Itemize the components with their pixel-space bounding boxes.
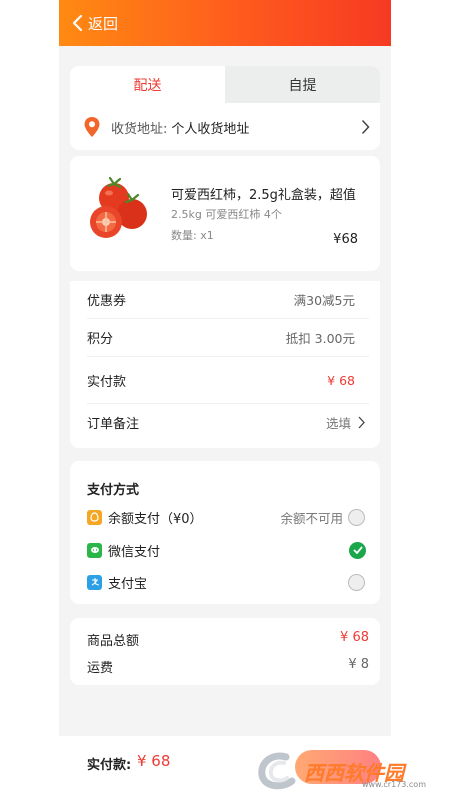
pay-option-balance[interactable]: 余额支付（¥0） 余额不可用 bbox=[87, 506, 373, 528]
back-label: 返回 bbox=[88, 14, 119, 33]
wechat-label: 微信支付 bbox=[108, 544, 161, 560]
points-label: 积分 bbox=[87, 332, 114, 347]
bottom-pay-amount: ¥ 68 bbox=[137, 752, 171, 770]
check-icon bbox=[352, 546, 363, 554]
coupon-row[interactable]: 优惠券 满30减5元 bbox=[87, 281, 369, 319]
remark-label: 订单备注 bbox=[87, 417, 140, 432]
back-button[interactable]: 返回 bbox=[71, 13, 118, 34]
remark-value: 选填 bbox=[325, 416, 351, 431]
delivery-card: 配送 自提 收货地址: 个人收货地址 bbox=[70, 66, 380, 150]
paid-row: 实付款 ¥ 68 bbox=[87, 357, 369, 404]
wechat-radio-checked[interactable] bbox=[349, 541, 366, 559]
tab-delivery[interactable]: 配送 bbox=[70, 66, 225, 103]
wechat-icon bbox=[87, 542, 102, 558]
chevron-right-icon bbox=[361, 119, 370, 135]
goods-total-label: 商品总额 bbox=[87, 634, 140, 649]
pay-option-alipay[interactable]: 支付宝 bbox=[87, 571, 373, 593]
points-row[interactable]: 积分 抵扣 3.00元 bbox=[87, 319, 369, 357]
watermark-logo-icon bbox=[258, 752, 296, 790]
address-value: 个人收货地址 bbox=[171, 121, 250, 137]
watermark: 西西软件园 www.cr173.com bbox=[256, 748, 432, 794]
balance-radio[interactable] bbox=[348, 508, 365, 526]
alipay-radio[interactable] bbox=[348, 573, 365, 591]
alipay-label: 支付宝 bbox=[108, 576, 148, 592]
product-price: ¥68 bbox=[333, 232, 358, 247]
alipay-icon bbox=[87, 574, 102, 590]
tab-pickup[interactable]: 自提 bbox=[225, 66, 380, 103]
balance-label: 余额支付（¥0） bbox=[108, 511, 203, 527]
goods-total-row: 商品总额 ¥ 68 bbox=[87, 630, 369, 649]
tomato-image bbox=[90, 176, 147, 238]
shipping-value: ¥ 8 bbox=[348, 657, 369, 672]
shipping-row: 运费 ¥ 8 bbox=[87, 657, 369, 676]
bottom-pay-label: 实付款: bbox=[87, 758, 132, 773]
order-info-card: 优惠券 满30减5元 积分 抵扣 3.00元 实付款 ¥ 68 订单备注 选填 bbox=[70, 281, 380, 448]
location-pin-icon bbox=[84, 117, 100, 137]
shipping-label: 运费 bbox=[87, 661, 114, 676]
totals-card: 商品总额 ¥ 68 运费 ¥ 8 bbox=[70, 618, 380, 685]
points-value: 抵扣 3.00元 bbox=[285, 331, 355, 346]
phone-screen: 返回 配送 自提 收货地址: 个人收货地址 可爱西红柿，2.5g礼盒装，超值 2… bbox=[59, 0, 391, 800]
paid-label: 实付款 bbox=[87, 374, 127, 390]
chevron-left-icon bbox=[72, 14, 83, 32]
product-title: 可爱西红柿，2.5g礼盒装，超值 bbox=[171, 188, 356, 203]
coupon-label: 优惠券 bbox=[87, 294, 127, 309]
payment-card: 支付方式 余额支付（¥0） 余额不可用 微信支付 支付宝 bbox=[70, 461, 380, 604]
payment-title: 支付方式 bbox=[87, 483, 140, 498]
wallet-icon bbox=[87, 509, 102, 525]
chevron-right-icon bbox=[358, 416, 365, 429]
product-quantity: 数量: x1 bbox=[171, 229, 214, 242]
product-spec: 2.5kg 可爱西红柿 4个 bbox=[171, 208, 282, 221]
paid-value: ¥ 68 bbox=[327, 372, 355, 388]
remark-row[interactable]: 订单备注 选填 bbox=[87, 404, 369, 441]
pay-option-wechat[interactable]: 微信支付 bbox=[87, 539, 373, 561]
balance-note: 余额不可用 bbox=[280, 510, 343, 526]
top-header: 返回 bbox=[59, 0, 391, 46]
address-row[interactable]: 收货地址: 个人收货地址 bbox=[70, 103, 380, 150]
delivery-tabs: 配送 自提 bbox=[70, 66, 380, 103]
goods-total-value: ¥ 68 bbox=[340, 630, 369, 645]
address-label: 收货地址: bbox=[111, 121, 168, 137]
coupon-value: 满30减5元 bbox=[293, 293, 355, 308]
product-card[interactable]: 可爱西红柿，2.5g礼盒装，超值 2.5kg 可爱西红柿 4个 数量: x1 ¥… bbox=[70, 156, 380, 271]
watermark-url: www.cr173.com bbox=[361, 780, 426, 789]
